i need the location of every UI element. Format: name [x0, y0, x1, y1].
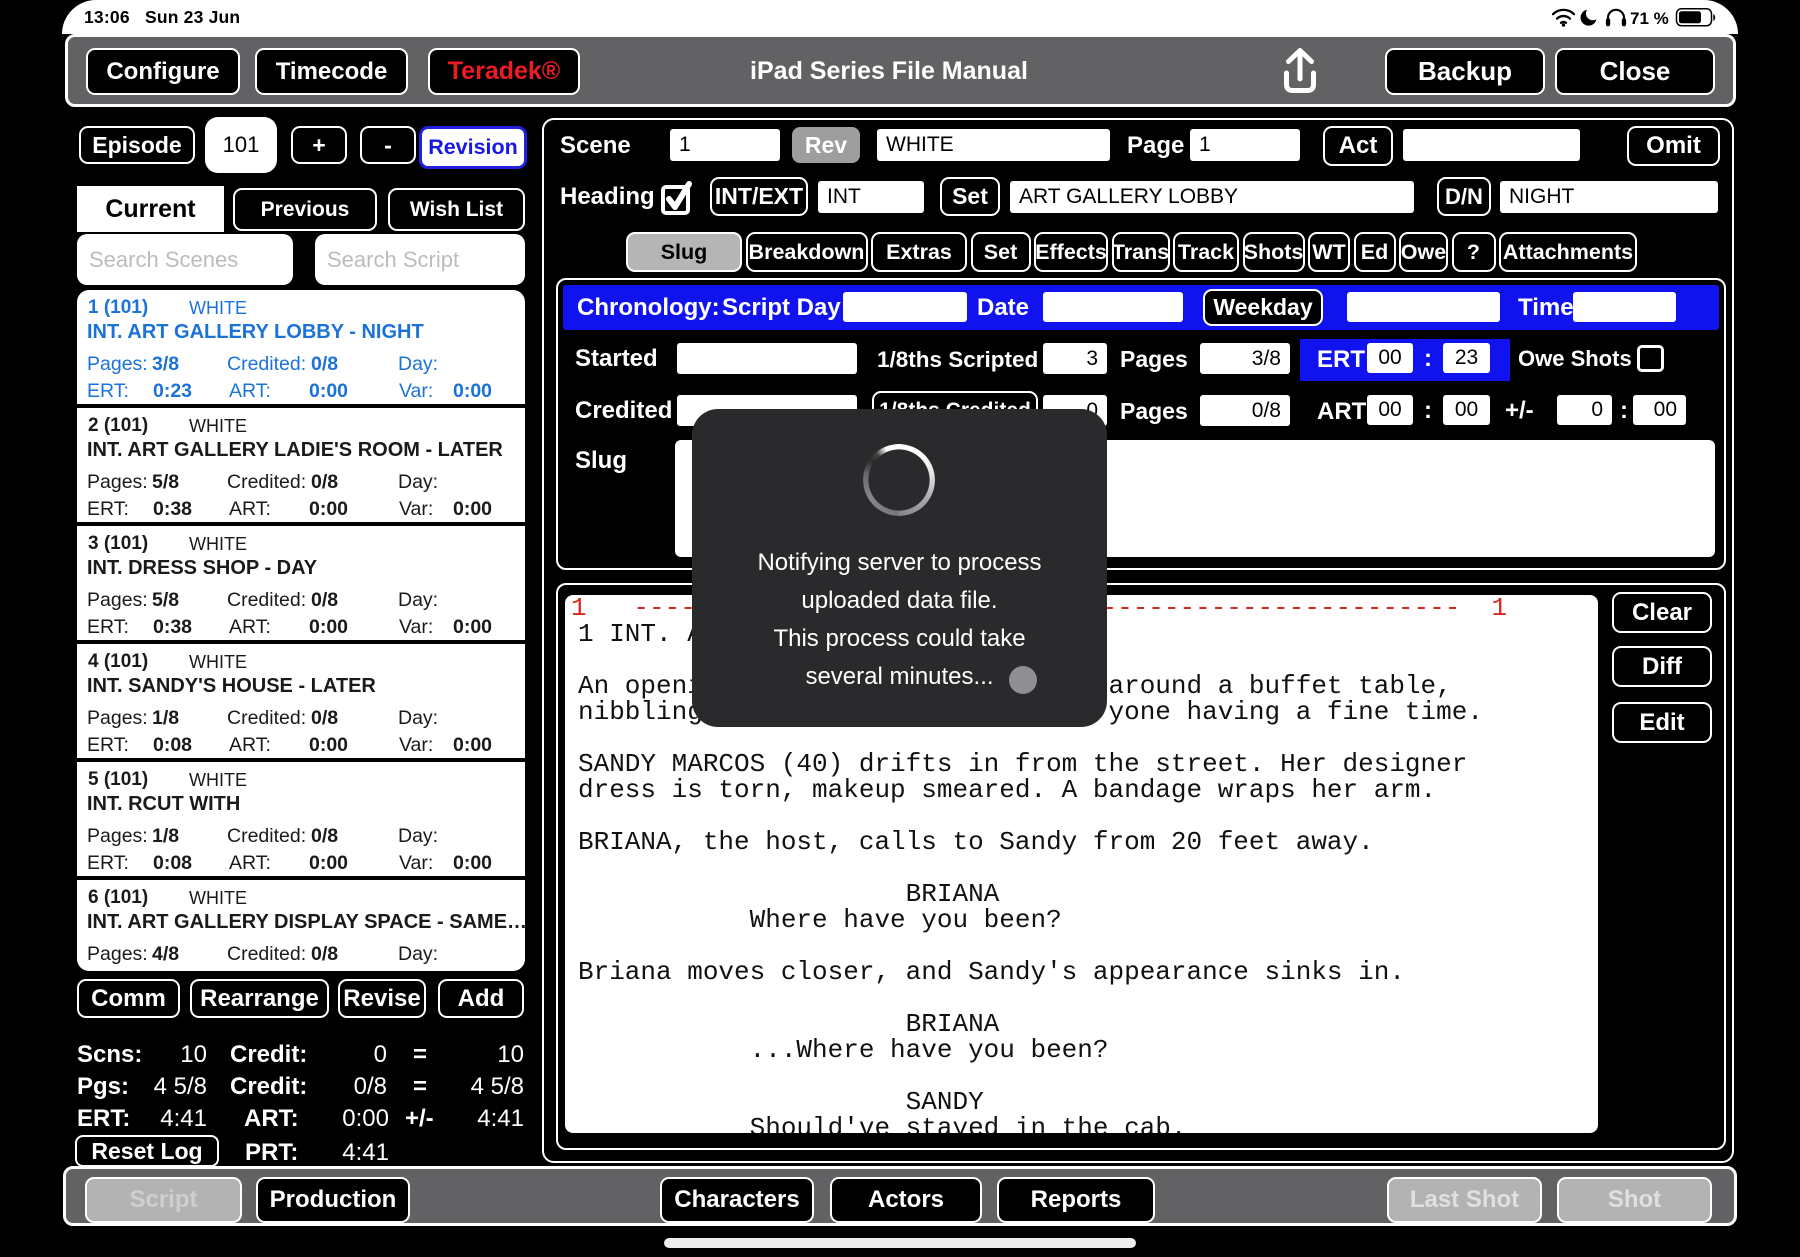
- svg-text:71 %: 71 %: [1630, 9, 1669, 28]
